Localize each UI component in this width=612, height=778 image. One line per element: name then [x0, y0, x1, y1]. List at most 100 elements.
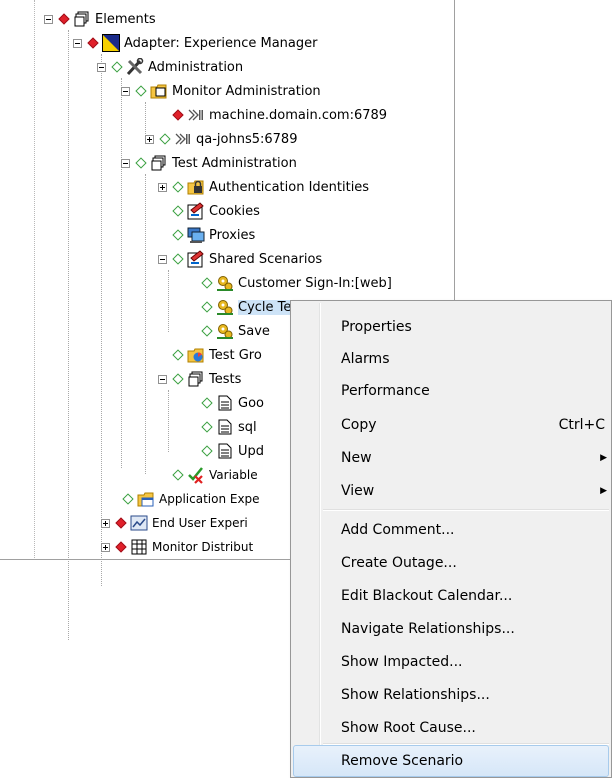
tree-node-upd[interactable]: Upd: [200, 440, 264, 462]
elements-folder-icon: [73, 10, 91, 28]
gear-scenario-icon: [216, 274, 234, 292]
menu-item-label: New: [341, 450, 372, 466]
status-critical-icon: [58, 13, 70, 25]
menu-item-show-root-cause[interactable]: Show Root Cause...: [293, 712, 609, 744]
tree-node-monitor-distribution[interactable]: Monitor Distribut: [101, 536, 253, 558]
menu-item-performance[interactable]: Performance: [293, 375, 609, 407]
tree-node-save[interactable]: Save: [200, 320, 270, 342]
menu-item-label: Show Relationships...: [341, 687, 490, 703]
menu-item-show-relationships[interactable]: Show Relationships...: [293, 679, 609, 711]
collapse-toggle[interactable]: [44, 14, 53, 24]
tree-node-label: Elements: [95, 11, 156, 27]
tree-node-authentication-identities[interactable]: Authentication Identities: [158, 176, 369, 198]
menu-item-label: Copy: [341, 417, 377, 433]
status-normal-icon: [201, 445, 213, 457]
tree-node-application-experience[interactable]: Application Expe: [121, 488, 260, 510]
document-icon: [216, 442, 234, 460]
tree-node-label: Authentication Identities: [209, 179, 370, 195]
tree-node-label: machine.domain.com:6789: [209, 107, 388, 123]
tests-folder-icon: [187, 370, 205, 388]
collapse-toggle[interactable]: [158, 254, 167, 264]
tree-node-shared-scenarios[interactable]: Shared Scenarios: [158, 248, 322, 270]
menu-item-label: Edit Blackout Calendar...: [341, 588, 513, 604]
tree-node-elements[interactable]: Elements: [44, 8, 156, 30]
tree-node-machine[interactable]: machine.domain.com:6789: [158, 104, 387, 126]
context-menu: Properties Alarms Performance Copy Ctrl+…: [290, 300, 612, 778]
menu-item-show-impacted[interactable]: Show Impacted...: [293, 646, 609, 678]
menu-item-label: Navigate Relationships...: [341, 621, 515, 637]
submenu-arrow-icon: ▶: [600, 486, 607, 496]
tree-node-label: Proxies: [209, 227, 256, 243]
menu-item-navigate-relationships[interactable]: Navigate Relationships...: [293, 613, 609, 645]
collapse-toggle[interactable]: [121, 86, 130, 96]
collapse-toggle[interactable]: [97, 62, 106, 72]
document-icon: [216, 394, 234, 412]
tree-node-label: Customer Sign-In:[web]: [238, 275, 392, 291]
menu-item-label: Show Root Cause...: [341, 720, 476, 736]
tree-guide-line: [168, 390, 170, 452]
status-normal-icon: [135, 85, 147, 97]
tree-node-administration[interactable]: Administration: [97, 56, 243, 78]
menu-item-shortcut: Ctrl+C: [558, 417, 605, 433]
tree-node-variables[interactable]: Variable: [171, 464, 258, 486]
menu-item-add-comment[interactable]: Add Comment...: [293, 514, 609, 546]
tree-node-label: Monitor Distribut: [152, 540, 254, 554]
tree-node-label: Goo: [238, 395, 264, 411]
monitor-folder-icon: [150, 82, 168, 100]
menu-item-copy[interactable]: Copy Ctrl+C: [293, 409, 609, 441]
tree-node-adapter[interactable]: Adapter: Experience Manager: [73, 32, 317, 54]
tree-node-test-administration[interactable]: Test Administration: [121, 152, 297, 174]
tree-guide-line: [68, 30, 70, 640]
collapse-toggle[interactable]: [73, 38, 82, 48]
menu-item-new[interactable]: New ▶: [293, 442, 609, 474]
menu-item-edit-blackout-calendar[interactable]: Edit Blackout Calendar...: [293, 580, 609, 612]
variables-check-icon: [187, 466, 205, 484]
expand-toggle[interactable]: [101, 518, 110, 528]
status-normal-icon: [172, 181, 184, 193]
expand-toggle[interactable]: [158, 182, 167, 192]
menu-item-view[interactable]: View ▶: [293, 475, 609, 507]
menu-item-label: Properties: [341, 319, 412, 335]
tree-guide-line: [101, 54, 103, 586]
tree-node-tests[interactable]: Tests: [158, 368, 241, 390]
tree-guide-line: [168, 270, 170, 332]
menu-item-label: Performance: [341, 383, 430, 399]
collapse-toggle[interactable]: [158, 374, 167, 384]
document-icon: [216, 418, 234, 436]
tree-node-qa-johns[interactable]: qa-johns5:6789: [145, 128, 297, 150]
tree-node-label: qa-johns5:6789: [196, 131, 298, 147]
tree-guide-line: [145, 174, 147, 474]
tree-node-sql[interactable]: sql: [200, 416, 257, 438]
tree-guide-line: [34, 0, 36, 560]
monitor-signal-icon: [187, 106, 205, 124]
monitor-signal-icon: [174, 130, 192, 148]
tree-node-cookies[interactable]: Cookies: [171, 200, 260, 222]
scenario-icon: [187, 202, 205, 220]
chart-window-icon: [130, 514, 148, 532]
menu-item-properties[interactable]: Properties: [293, 311, 609, 343]
gear-scenario-icon: [216, 322, 234, 340]
tree-node-label: Monitor Administration: [172, 83, 321, 99]
status-normal-icon: [172, 373, 184, 385]
tree-node-goo[interactable]: Goo: [200, 392, 264, 414]
tree-node-label: Adapter: Experience Manager: [124, 35, 318, 51]
gear-scenario-icon: [216, 298, 234, 316]
tree-node-end-user-experience[interactable]: End User Experi: [101, 512, 248, 534]
status-normal-icon: [172, 349, 184, 361]
tree-node-label: Application Expe: [159, 492, 260, 506]
scenario-icon: [187, 250, 205, 268]
expand-toggle[interactable]: [101, 542, 110, 552]
tree-node-customer-sign-in[interactable]: Customer Sign-In:[web]: [200, 272, 392, 294]
menu-item-alarms[interactable]: Alarms: [293, 343, 609, 375]
tree-node-monitor-administration[interactable]: Monitor Administration: [121, 80, 321, 102]
status-normal-icon: [172, 205, 184, 217]
tree-node-test-groups[interactable]: Test Gro: [171, 344, 262, 366]
menu-item-remove-scenario[interactable]: Remove Scenario: [293, 745, 609, 777]
grid-icon: [130, 538, 148, 556]
expand-toggle[interactable]: [145, 134, 154, 144]
collapse-toggle[interactable]: [121, 158, 130, 168]
calendar-folder-icon: [137, 490, 155, 508]
tree-node-label: Shared Scenarios: [209, 251, 323, 267]
menu-item-create-outage[interactable]: Create Outage...: [293, 547, 609, 579]
tree-node-proxies[interactable]: Proxies: [171, 224, 255, 246]
